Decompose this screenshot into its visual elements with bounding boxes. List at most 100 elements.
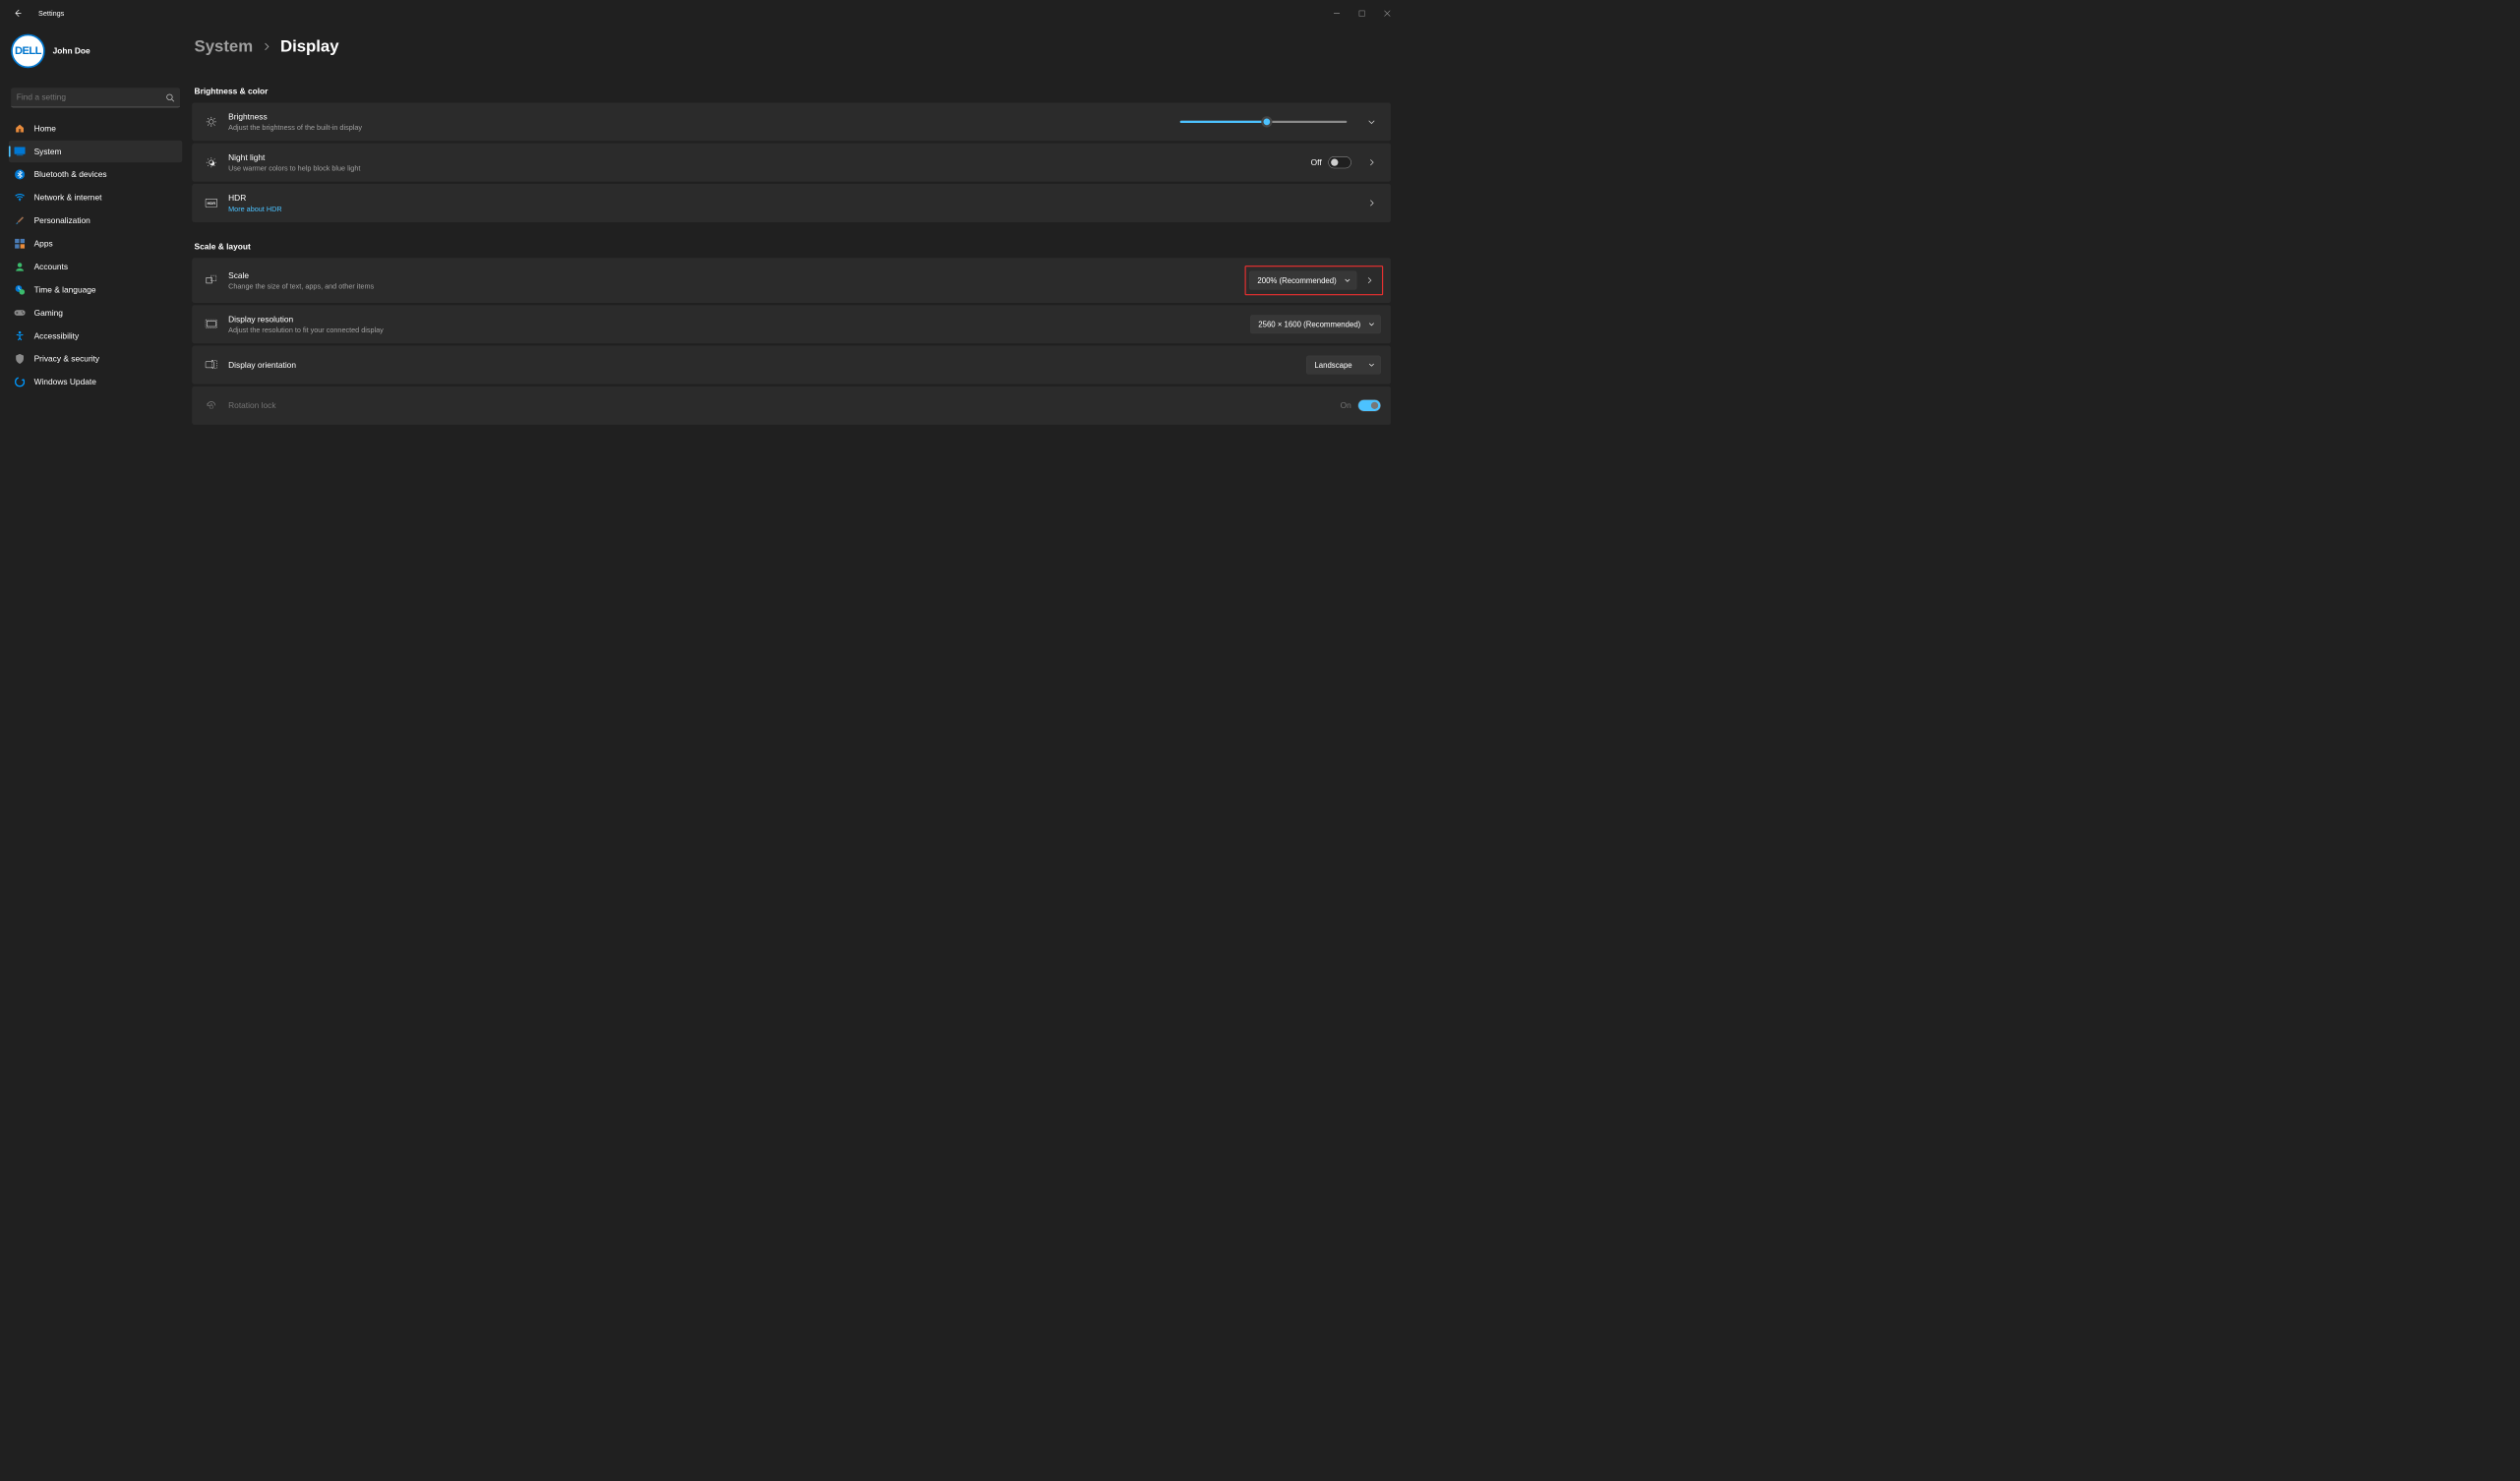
section-title-brightness: Brightness & color: [195, 87, 1391, 95]
minimize-button[interactable]: [1324, 4, 1350, 22]
card-subtitle: Adjust the brightness of the built-in di…: [228, 123, 362, 131]
back-button[interactable]: [7, 2, 29, 24]
arrow-left-icon: [13, 9, 22, 18]
sidebar-item-privacy[interactable]: Privacy & security: [9, 348, 182, 370]
nav: Home System Bluetooth & devices Network …: [9, 117, 182, 392]
card-resolution[interactable]: Display resolution Adjust the resolution…: [192, 305, 1391, 343]
sidebar-item-label: Network & internet: [34, 193, 102, 202]
accessibility-icon: [15, 330, 26, 341]
paintbrush-icon: [15, 215, 26, 226]
card-brightness[interactable]: Brightness Adjust the brightness of the …: [192, 102, 1391, 141]
card-title: Night light: [228, 152, 360, 161]
sidebar-item-label: Apps: [34, 239, 53, 248]
content: System Display Brightness & color Bright…: [187, 27, 1407, 827]
system-icon: [15, 146, 26, 156]
bluetooth-icon: [15, 169, 26, 180]
orientation-dropdown[interactable]: Landscape: [1306, 356, 1381, 375]
sidebar-item-accessibility[interactable]: Accessibility: [9, 325, 182, 346]
sidebar-item-personalization[interactable]: Personalization: [9, 209, 182, 231]
close-button[interactable]: [1374, 4, 1400, 22]
card-subtitle: Adjust the resolution to fit your connec…: [228, 326, 384, 333]
search-box[interactable]: [11, 88, 180, 107]
card-title: Brightness: [228, 112, 362, 121]
sidebar-item-network[interactable]: Network & internet: [9, 187, 182, 208]
sidebar-item-system[interactable]: System: [9, 141, 182, 162]
search-icon: [166, 93, 175, 102]
sun-icon: [206, 116, 217, 127]
sidebar-item-home[interactable]: Home: [9, 117, 182, 139]
brightness-slider[interactable]: [1180, 121, 1348, 123]
sidebar-item-label: Privacy & security: [34, 354, 100, 363]
sidebar-item-bluetooth[interactable]: Bluetooth & devices: [9, 163, 182, 185]
card-hdr[interactable]: HDR HDR More about HDR: [192, 184, 1391, 222]
scale-dropdown[interactable]: 200% (Recommended): [1249, 271, 1356, 290]
app-title: Settings: [38, 9, 64, 17]
card-scale[interactable]: Scale Change the size of text, apps, and…: [192, 258, 1391, 303]
navigate-button[interactable]: [1362, 153, 1381, 172]
chevron-down-icon: [1368, 362, 1375, 369]
chevron-right-icon: [263, 43, 270, 51]
user-name: John Doe: [53, 46, 90, 55]
chevron-right-icon: [1365, 276, 1373, 284]
night-light-toggle[interactable]: [1328, 156, 1350, 168]
update-icon: [15, 377, 26, 387]
card-orientation[interactable]: Display orientation Landscape: [192, 346, 1391, 385]
resolution-dropdown[interactable]: 2560 × 1600 (Recommended): [1250, 315, 1381, 333]
sidebar-item-gaming[interactable]: Gaming: [9, 302, 182, 324]
apps-icon: [15, 238, 26, 249]
card-subtitle: Use warmer colors to help block blue lig…: [228, 164, 360, 172]
titlebar: Settings: [0, 0, 1407, 27]
dropdown-value: 2560 × 1600 (Recommended): [1258, 320, 1360, 328]
breadcrumb-parent[interactable]: System: [195, 37, 254, 56]
sidebar: DELL John Doe Home System Bluetooth & de…: [0, 27, 187, 827]
sidebar-item-accounts[interactable]: Accounts: [9, 256, 182, 277]
card-title: HDR: [228, 194, 281, 203]
expand-button[interactable]: [1362, 112, 1381, 131]
chevron-right-icon: [1368, 158, 1376, 166]
hdr-link[interactable]: More about HDR: [228, 205, 281, 212]
shield-icon: [15, 353, 26, 364]
sidebar-item-label: Accounts: [34, 262, 68, 270]
home-icon: [15, 123, 26, 134]
sidebar-item-apps[interactable]: Apps: [9, 233, 182, 255]
breadcrumb: System Display: [195, 37, 1391, 56]
card-title: Display orientation: [228, 360, 296, 369]
resolution-icon: [206, 320, 217, 329]
dropdown-value: Landscape: [1314, 361, 1360, 370]
chevron-right-icon: [1368, 200, 1376, 207]
rotation-lock-icon: [206, 400, 217, 411]
section-title-scale: Scale & layout: [195, 242, 1391, 251]
user-block[interactable]: DELL John Doe: [9, 30, 182, 79]
wifi-icon: [15, 192, 26, 203]
sidebar-item-time-language[interactable]: Time & language: [9, 278, 182, 300]
card-subtitle: Change the size of text, apps, and other…: [228, 282, 374, 290]
sidebar-item-windows-update[interactable]: Windows Update: [9, 371, 182, 392]
sidebar-item-label: Home: [34, 124, 56, 133]
chevron-down-icon: [1345, 277, 1351, 284]
card-title: Display resolution: [228, 315, 384, 324]
sidebar-item-label: Accessibility: [34, 331, 80, 340]
scale-highlight: 200% (Recommended): [1245, 266, 1384, 295]
maximize-button[interactable]: [1350, 4, 1375, 22]
clock-globe-icon: [15, 284, 26, 295]
sidebar-item-label: Gaming: [34, 308, 63, 317]
sidebar-item-label: Windows Update: [34, 378, 96, 386]
rotation-lock-toggle: [1357, 399, 1380, 411]
hdr-icon: HDR: [206, 199, 217, 207]
card-rotation-lock: Rotation lock On: [192, 386, 1391, 425]
chevron-down-icon: [1368, 118, 1376, 126]
toggle-label: On: [1341, 401, 1351, 410]
chevron-down-icon: [1368, 321, 1375, 327]
card-night-light[interactable]: Night light Use warmer colors to help bl…: [192, 144, 1391, 182]
search-input[interactable]: [17, 92, 166, 101]
sidebar-item-label: System: [34, 147, 62, 155]
scale-icon: [206, 275, 217, 286]
sidebar-item-label: Bluetooth & devices: [34, 170, 107, 179]
night-light-icon: [206, 157, 217, 168]
navigate-button[interactable]: [1360, 271, 1379, 290]
toggle-label: Off: [1311, 157, 1322, 166]
card-title: Scale: [228, 270, 374, 279]
breadcrumb-current: Display: [280, 37, 339, 56]
navigate-button[interactable]: [1362, 194, 1381, 212]
svg-text:HDR: HDR: [208, 201, 216, 206]
